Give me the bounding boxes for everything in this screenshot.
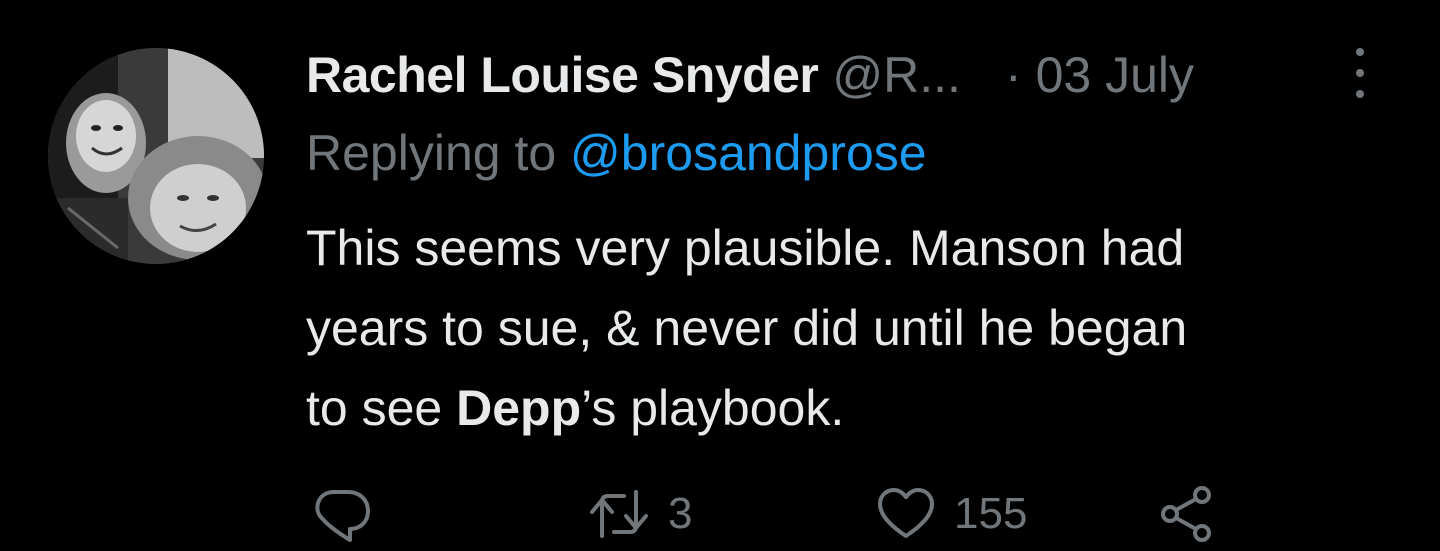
separator-dot: · [1004, 47, 1022, 103]
tweet-header: Rachel Louise Snyder @R... · 03 July [306, 40, 1386, 110]
reply-bubble-icon [315, 490, 370, 542]
replying-to-mention[interactable]: @brosandprose [570, 125, 927, 181]
user-handle[interactable]: @R... [832, 46, 961, 104]
replying-to: Replying to @brosandprose [306, 124, 927, 182]
heart-icon [878, 488, 934, 538]
tweet-text-segment: ’s playbook. [581, 380, 845, 436]
reply-button[interactable] [310, 486, 372, 542]
more-options-icon[interactable] [1346, 48, 1374, 98]
share-button[interactable] [1158, 486, 1218, 542]
retweet-button[interactable]: 3 [588, 486, 692, 542]
tweet-actions: 3 155 [306, 486, 1406, 542]
tweet-date[interactable]: 03 July [1036, 46, 1194, 104]
share-nodes-icon [1161, 486, 1211, 542]
tweet-text-bold: Depp [456, 380, 582, 436]
retweet-icon [590, 490, 648, 538]
tweet: Rachel Louise Snyder @R... · 03 July Rep… [0, 0, 1440, 551]
display-name[interactable]: Rachel Louise Snyder [306, 46, 819, 104]
avatar-photo [48, 48, 264, 264]
retweet-count: 3 [668, 489, 693, 538]
replying-to-label: Replying to [306, 125, 571, 181]
tweet-text: This seems very plausible. Manson had ye… [306, 208, 1386, 448]
tweet-text-segment: to see [306, 380, 457, 436]
avatar[interactable] [48, 48, 264, 264]
tweet-text-line: years to sue, & never did until he began [306, 300, 1188, 356]
tweet-text-line: to see Depp’s playbook. [306, 368, 1386, 448]
tweet-text-line: This seems very plausible. Manson had [306, 220, 1185, 276]
like-count: 155 [954, 489, 1028, 538]
like-button[interactable]: 155 [876, 486, 1027, 542]
